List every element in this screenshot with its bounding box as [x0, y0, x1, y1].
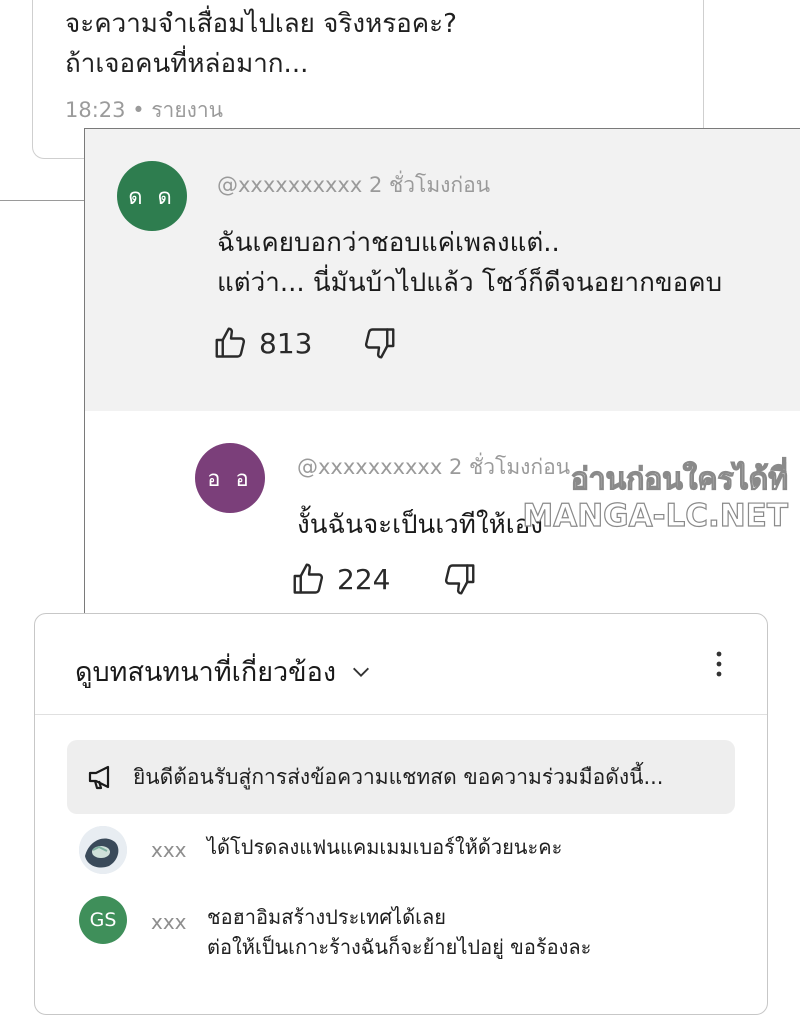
- live-chat-header: ดูบทสนทนาที่เกี่ยวข้อง: [35, 614, 767, 715]
- comment-like-group: 813: [213, 325, 312, 361]
- more-options-icon[interactable]: [715, 650, 723, 678]
- chevron-down-icon: [350, 661, 372, 683]
- thumbs-down-icon[interactable]: [361, 325, 397, 361]
- live-chat-panel: ดูบทสนทนาที่เกี่ยวข้อง ยินดีต้อนรับสู่กา…: [34, 613, 768, 1015]
- chat-message-line: ได้โปรดลงแฟนแคมเมมเบอร์ให้ด้วยนะคะ: [207, 835, 563, 859]
- chat-username[interactable]: xxx: [151, 838, 187, 862]
- comment-body: ฉันเคยบอกว่าชอบแค่เพลงแต่.. แต่ว่า... นี…: [217, 223, 722, 303]
- reply-like-count: 224: [337, 562, 391, 596]
- megaphone-icon: [87, 764, 117, 790]
- top-comment-line-2: ถ้าเจอคนที่หล่อมาก...: [65, 49, 309, 79]
- comment-line-1: ฉันเคยบอกว่าชอบแค่เพลงแต่..: [217, 228, 560, 258]
- comment-panel: ด ด @xxxxxxxxxx 2 ชั่วโมงก่อน ฉันเคยบอกว…: [84, 128, 800, 649]
- welcome-banner[interactable]: ยินดีต้อนรับสู่การส่งข้อความแชทสด ขอความ…: [67, 740, 735, 814]
- chat-message-text: ได้โปรดลงแฟนแคมเมมเบอร์ให้ด้วยนะคะ: [207, 832, 562, 862]
- chat-message-line: ต่อให้เป็นเกาะร้างฉันก็จะย้ายไปอยู่ ขอร้…: [207, 935, 592, 959]
- chat-message-line: ชอฮาอิมสร้างประเทศได้เลย: [207, 905, 446, 929]
- top-comment-text: จะความจำเสื่อมไปเลย จริงหรอคะ? ถ้าเจอคนท…: [65, 4, 457, 84]
- comment-avatar[interactable]: ด ด: [117, 161, 187, 231]
- chat-message-text: ชอฮาอิมสร้างประเทศได้เลย ต่อให้เป็นเกาะร…: [207, 902, 591, 962]
- chat-username[interactable]: xxx: [151, 910, 187, 934]
- reply-like-group: 224: [291, 561, 390, 597]
- watermark-line-1: อ่านก่อนใครได้ที่: [570, 461, 788, 497]
- watermark: อ่านก่อนใครได้ที่ MANGA-LC.NET: [522, 461, 789, 534]
- comment-like-count: 813: [259, 326, 313, 360]
- live-chat-title-dropdown[interactable]: ดูบทสนทนาที่เกี่ยวข้อง: [75, 650, 372, 693]
- live-chat-title: ดูบทสนทนาที่เกี่ยวข้อง: [75, 657, 337, 688]
- comment-line-2: แต่ว่า... นี่มันบ้าไปแล้ว โชว์ก็ดีจนอยาก…: [217, 268, 723, 298]
- welcome-banner-text: ยินดีต้อนรับสู่การส่งข้อความแชทสด ขอความ…: [133, 764, 664, 789]
- chat-avatar[interactable]: [79, 826, 127, 874]
- thumbs-down-icon[interactable]: [441, 561, 477, 597]
- top-comment-meta[interactable]: 18:23 • รายงาน: [65, 94, 223, 127]
- chat-avatar[interactable]: GS: [79, 896, 127, 944]
- watermark-line-2: MANGA-LC.NET: [522, 497, 789, 534]
- top-comment-line-1: จะความจำเสื่อมไปเลย จริงหรอคะ?: [65, 9, 457, 39]
- thumbs-up-icon[interactable]: [291, 561, 327, 597]
- thumbs-up-icon[interactable]: [213, 325, 249, 361]
- reply-body: งั้นฉันจะเป็นเวทีให้เอง: [297, 510, 543, 540]
- reply-avatar[interactable]: อ อ: [195, 443, 265, 513]
- comment-handle[interactable]: @xxxxxxxxxx 2 ชั่วโมงก่อน: [217, 169, 490, 202]
